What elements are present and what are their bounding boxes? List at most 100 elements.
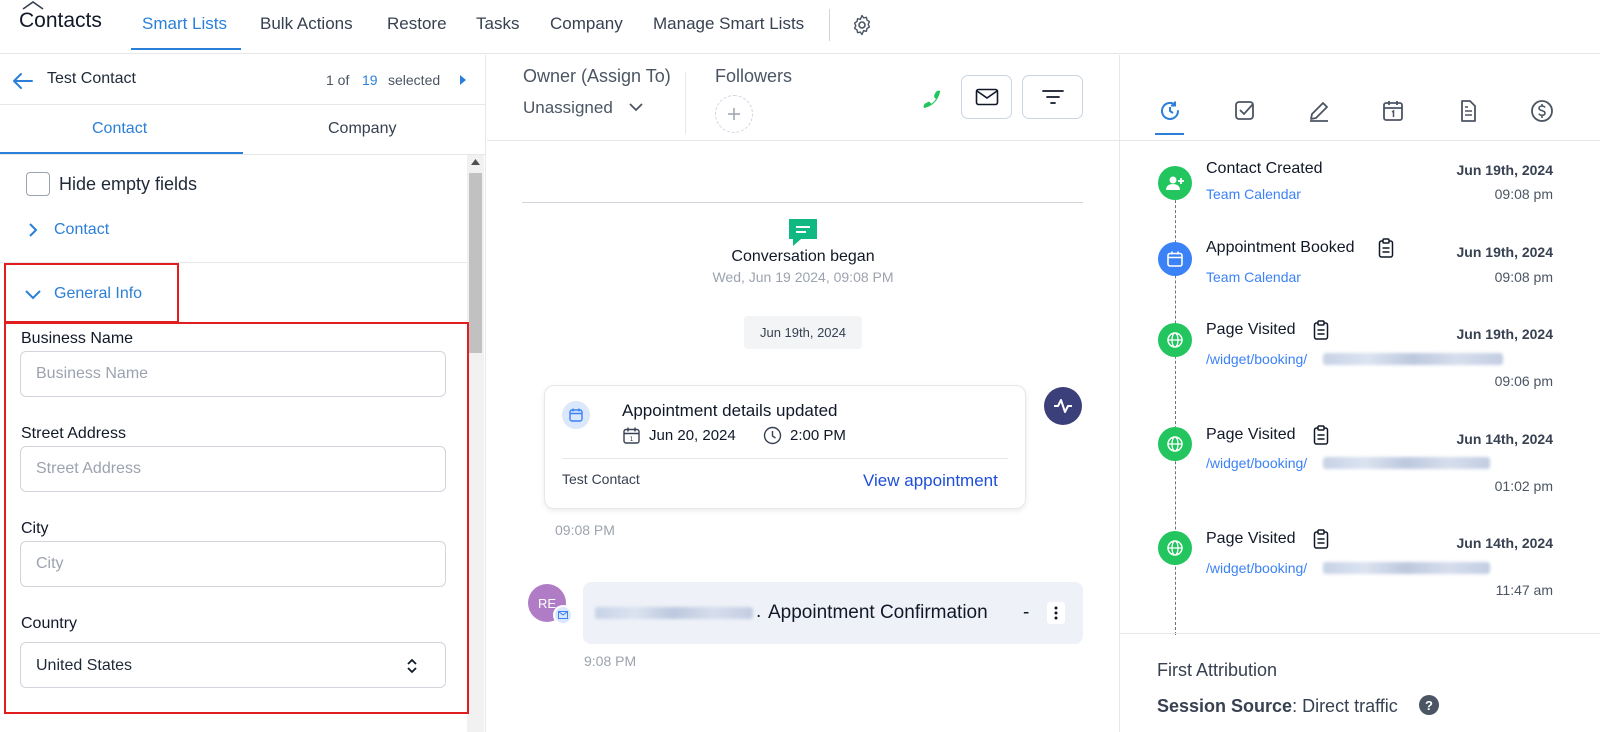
message-menu-button[interactable] [1047, 602, 1065, 624]
nav-bulk-actions[interactable]: Bulk Actions [260, 14, 353, 34]
first-attribution-heading: First Attribution [1157, 660, 1278, 680]
timeline-date: Jun 19th, 2024 [1456, 326, 1554, 342]
view-appointment-link[interactable]: View appointment [863, 471, 998, 491]
timeline-sub-link[interactable]: Team Calendar [1206, 269, 1301, 285]
chevron-down-icon[interactable] [628, 101, 644, 113]
city-label: City [21, 520, 49, 537]
timeline-title: Contact Created [1206, 160, 1323, 177]
email-subject-separator: - [1023, 602, 1030, 623]
tab-contact[interactable]: Contact [92, 120, 147, 138]
next-contact-icon[interactable] [458, 74, 468, 86]
timeline-time: 09:08 pm [1494, 186, 1553, 202]
clipboard-icon[interactable] [1313, 529, 1329, 549]
scrollbar-track[interactable] [467, 155, 484, 732]
timeline-sub-link[interactable]: /widget/booking/ [1206, 560, 1307, 576]
timeline-date: Jun 19th, 2024 [1456, 162, 1554, 178]
document-icon[interactable] [1456, 99, 1480, 123]
activity-pulse-icon [1054, 399, 1072, 413]
app-title: Contacts [19, 9, 102, 32]
calendar-date-icon: 1 [623, 427, 640, 444]
conversation-began-time: Wed, Jun 19 2024, 09:08 PM [712, 269, 894, 285]
city-field[interactable] [20, 541, 446, 587]
conversation-divider [522, 202, 1083, 203]
timeline-sub-link[interactable]: /widget/booking/ [1206, 351, 1307, 367]
scrollbar-thumb[interactable] [469, 173, 482, 353]
clipboard-icon[interactable] [1378, 238, 1394, 258]
timeline-dot-page-visited [1158, 323, 1192, 357]
street-address-field[interactable] [20, 446, 446, 492]
right-tabs-divider [1120, 140, 1600, 141]
nav-divider [829, 9, 830, 41]
tab-company[interactable]: Company [328, 120, 396, 138]
hide-empty-label: Hide empty fields [59, 174, 198, 194]
nav-tasks[interactable]: Tasks [476, 14, 519, 34]
appointment-calendar-badge [562, 401, 590, 429]
country-label: Country [21, 615, 78, 632]
dollar-icon[interactable] [1530, 99, 1554, 123]
task-check-icon[interactable] [1233, 99, 1257, 123]
timeline-title: Page Visited [1206, 426, 1296, 443]
chevron-down-icon[interactable] [24, 288, 42, 300]
business-name-field[interactable] [20, 351, 446, 397]
city-input[interactable] [21, 542, 445, 586]
nav-company[interactable]: Company [550, 14, 623, 34]
nav-restore[interactable]: Restore [387, 14, 447, 34]
email-subject: Appointment Confirmation [768, 602, 988, 623]
nav-smart-lists[interactable]: Smart Lists [142, 14, 227, 34]
clipboard-icon[interactable] [1313, 320, 1329, 340]
timeline-title: Appointment Booked [1206, 239, 1355, 256]
email-timestamp: 9:08 PM [584, 653, 637, 669]
timeline-title: Page Visited [1206, 321, 1296, 338]
timeline-time: 09:06 pm [1494, 373, 1553, 389]
business-name-input[interactable] [21, 352, 445, 396]
timeline-title: Page Visited [1206, 530, 1296, 547]
globe-icon [1167, 436, 1183, 452]
appointment-timestamp: 09:08 PM [555, 522, 615, 538]
nav-manage-smart-lists[interactable]: Manage Smart Lists [653, 14, 804, 34]
clock-icon [763, 426, 782, 445]
phone-call-icon[interactable] [920, 88, 944, 112]
chat-bubble-icon [789, 219, 817, 246]
calendar-icon [1167, 251, 1183, 267]
timeline-date: Jun 19th, 2024 [1456, 244, 1554, 260]
country-select[interactable]: United States [20, 642, 446, 688]
email-message-bubble[interactable]: . Appointment Confirmation - [583, 582, 1083, 644]
scroll-up-icon[interactable] [471, 159, 480, 165]
session-source-value: : Direct traffic [1292, 696, 1398, 716]
redacted-url [1323, 353, 1503, 365]
user-plus-icon [1166, 176, 1184, 190]
calendar-icon[interactable] [1381, 99, 1405, 123]
contact-header: Test Contact 1 of 19 selected [0, 55, 486, 105]
timeline-time: 09:08 pm [1494, 269, 1553, 285]
appointment-time: 2:00 PM [790, 427, 846, 444]
appointment-card: Appointment details updated 1 Jun 20, 20… [544, 385, 1026, 509]
owner-dropdown[interactable]: Unassigned [523, 98, 613, 118]
globe-icon [1167, 332, 1183, 348]
note-pen-icon[interactable] [1307, 99, 1331, 123]
active-tab-indicator [131, 48, 241, 50]
settings-gear-icon[interactable] [850, 13, 874, 37]
add-follower-button[interactable] [715, 95, 753, 133]
back-arrow-icon[interactable] [12, 72, 34, 90]
help-question-icon[interactable]: ? [1419, 695, 1439, 715]
section-general-info-toggle[interactable]: General Info [54, 285, 142, 303]
filter-button[interactable] [1022, 75, 1083, 119]
activity-clock-icon[interactable] [1158, 99, 1182, 123]
street-address-label: Street Address [21, 425, 126, 442]
right-tab-indicator [1155, 133, 1184, 135]
timeline-dot-page-visited [1158, 531, 1192, 565]
street-address-input[interactable] [21, 447, 445, 491]
chevron-right-icon[interactable] [27, 222, 39, 238]
timeline-time: 01:02 pm [1494, 478, 1553, 494]
email-subject-dot: . [756, 601, 762, 622]
redacted-url [1323, 457, 1490, 469]
session-source-label: Session Source [1157, 696, 1293, 716]
clipboard-icon[interactable] [1313, 425, 1329, 445]
email-button[interactable] [961, 75, 1012, 119]
hide-empty-checkbox[interactable] [26, 172, 50, 196]
timeline-sub-link[interactable]: /widget/booking/ [1206, 455, 1307, 471]
pager-total: 19 [362, 72, 378, 88]
section-contact-toggle[interactable]: Contact [54, 221, 109, 239]
appointment-contact: Test Contact [562, 471, 640, 487]
timeline-sub-link[interactable]: Team Calendar [1206, 186, 1301, 202]
